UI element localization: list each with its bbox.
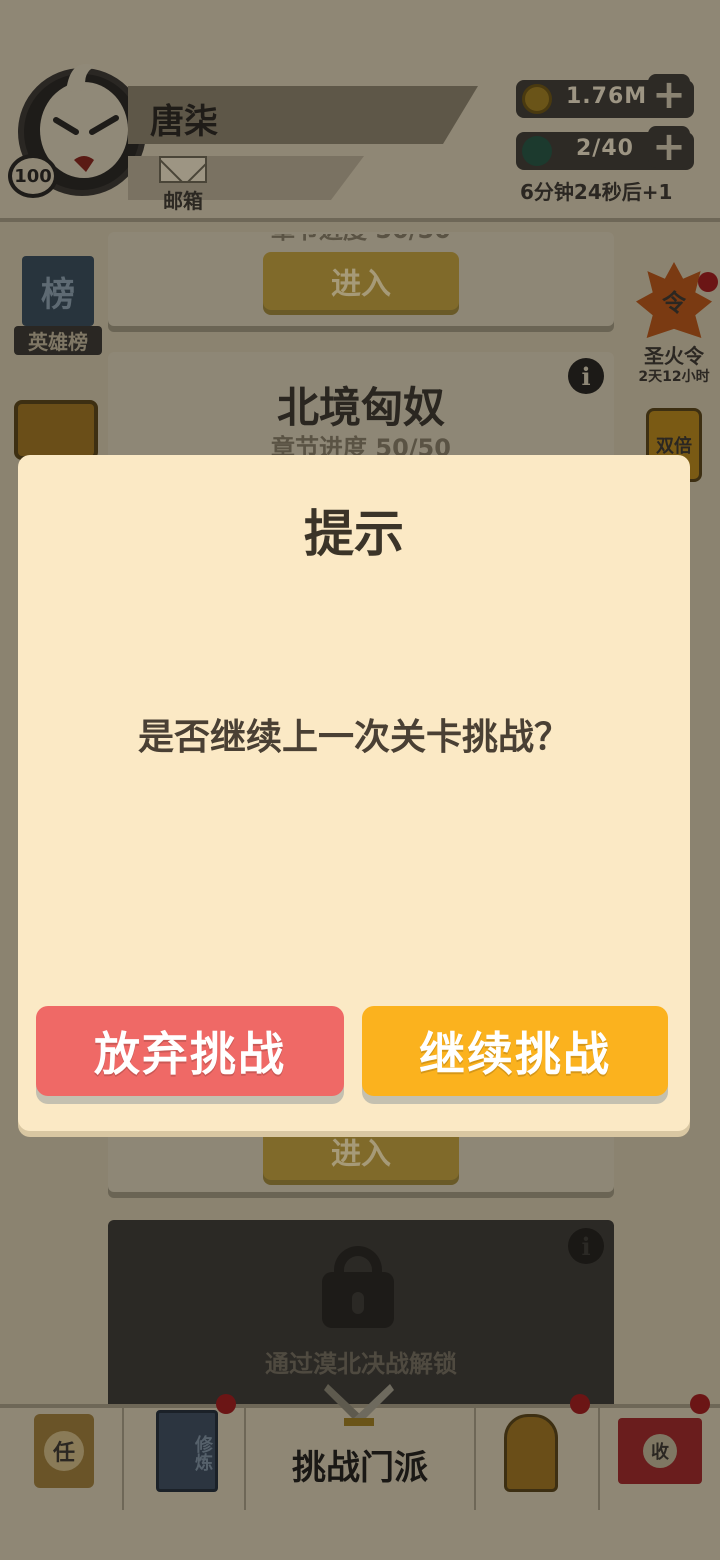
gem-icon	[522, 136, 552, 166]
level-badge: 100	[8, 154, 58, 198]
flame-token-time: 2天12小时	[638, 369, 710, 385]
swords-icon	[324, 1384, 394, 1426]
add-stamina-button[interactable]: +	[648, 126, 690, 168]
notification-dot	[570, 1394, 590, 1414]
coin-amount: 1.76M	[566, 84, 648, 109]
challenge-sect-label: 挑战门派	[292, 1448, 428, 1488]
chest-icon[interactable]	[14, 400, 98, 460]
shop-icon: 收	[618, 1418, 702, 1484]
notification-dot	[698, 272, 718, 292]
plus-icon: +	[652, 72, 686, 118]
player-name: 唐柒	[150, 102, 218, 142]
dialog-message: 是否继续上一次关卡挑战？	[137, 717, 570, 758]
add-coins-button[interactable]: +	[648, 74, 690, 116]
plus-icon: +	[652, 124, 686, 170]
enter-chapter-button[interactable]: 进入	[263, 252, 459, 310]
system-nav-bar	[0, 1510, 720, 1560]
flame-token-label[interactable]: 圣火令	[630, 340, 718, 369]
task-glyph: 任	[44, 1431, 84, 1471]
mail-label: 邮箱	[163, 189, 203, 213]
stamina-timer: 6分钟24秒后+1	[520, 180, 673, 204]
mail-icon	[159, 156, 207, 183]
shop-glyph: 收	[643, 1434, 677, 1468]
notification-dot	[216, 1394, 236, 1414]
stamina-amount: 2/40	[576, 136, 634, 161]
coin-icon	[522, 84, 552, 114]
notification-dot	[690, 1394, 710, 1414]
task-scroll-icon: 任	[34, 1414, 94, 1488]
continue-challenge-button[interactable]: 继续挑战	[362, 1006, 668, 1096]
leaderboard-icon[interactable]: 榜	[22, 256, 94, 326]
abandon-challenge-button[interactable]: 放弃挑战	[36, 1006, 344, 1096]
cultivate-label: 修炼	[192, 1435, 213, 1471]
cultivate-book-icon: 修炼	[156, 1410, 218, 1492]
helmet-icon	[504, 1414, 558, 1492]
mail-button[interactable]: 邮箱	[158, 156, 208, 214]
info-icon[interactable]: i	[568, 1228, 604, 1264]
leaderboard-label[interactable]: 英雄榜	[14, 326, 102, 355]
chapter-title: 北境匈奴	[276, 383, 445, 432]
flame-token-glyph: 令	[662, 288, 686, 317]
dialog-title: 提示	[304, 505, 404, 563]
lock-keyhole	[352, 1292, 364, 1314]
leaderboard-glyph: 榜	[41, 274, 75, 315]
unlock-requirement: 通过漠北决战解锁	[265, 1350, 457, 1378]
